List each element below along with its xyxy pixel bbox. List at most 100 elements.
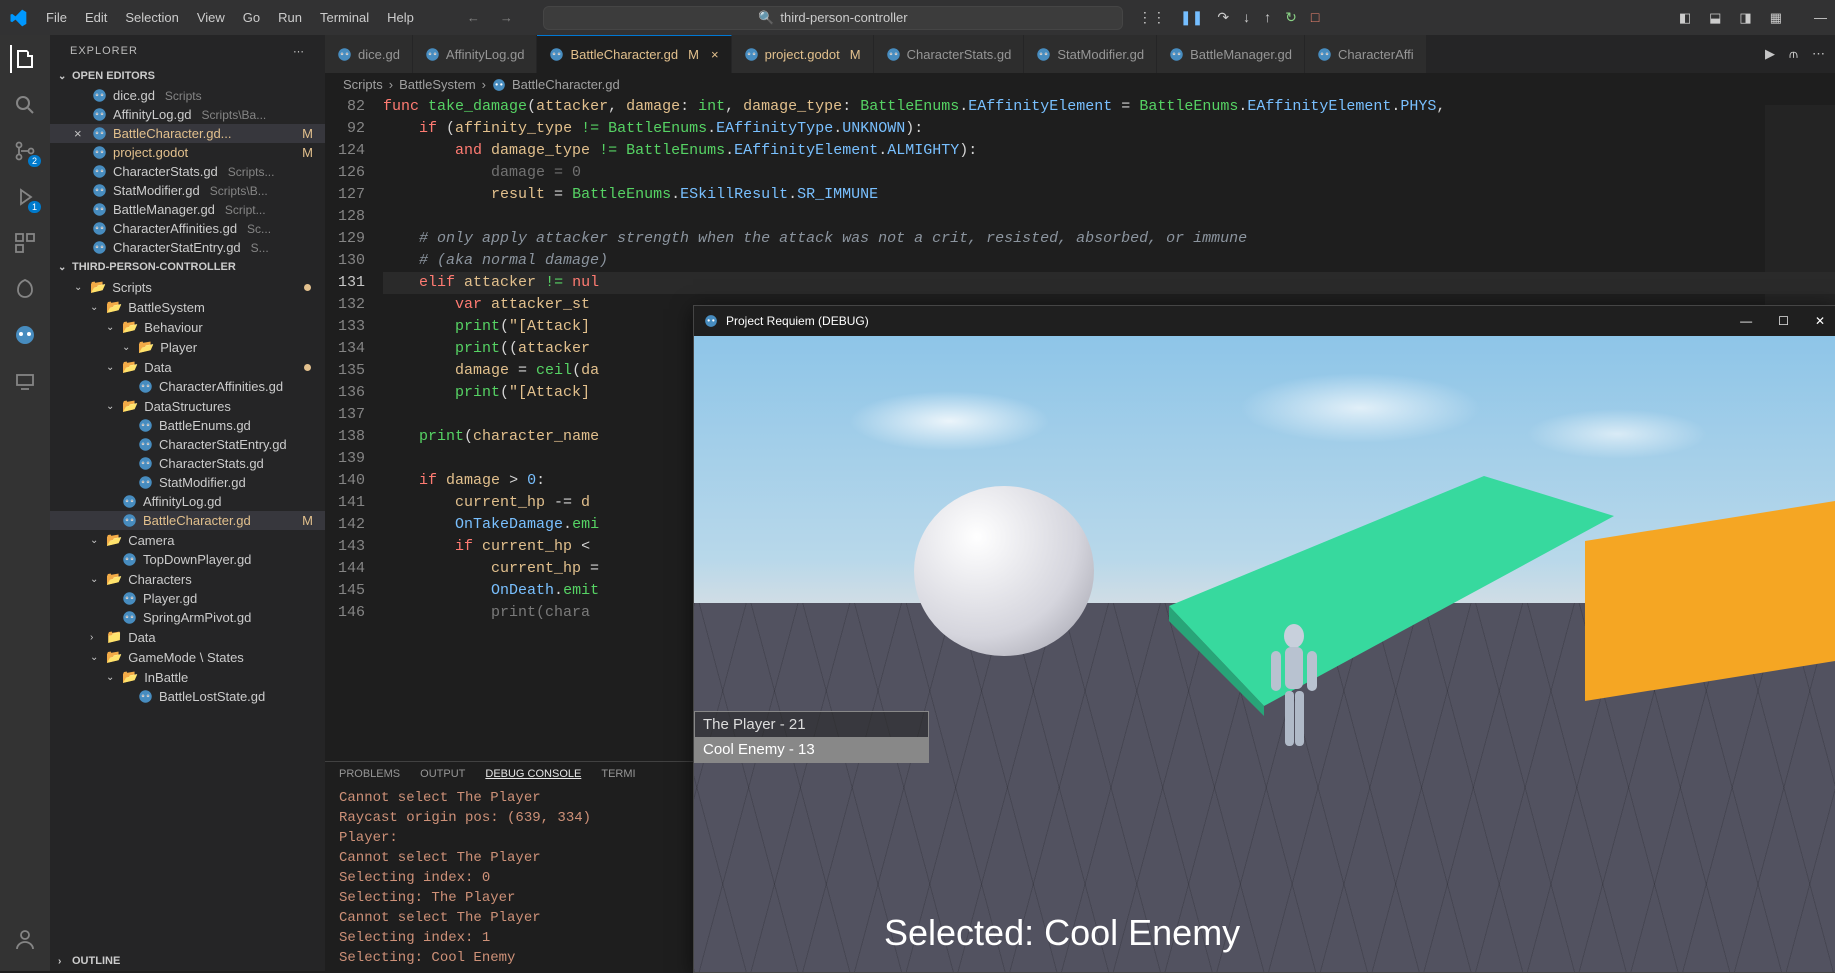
tree-folder[interactable]: ⌄📂Camera — [50, 530, 325, 550]
tree-file[interactable]: BattleEnums.gd — [50, 416, 325, 435]
editor-tab[interactable]: project.godotM — [732, 35, 874, 73]
step-over-icon[interactable]: ↷ — [1217, 9, 1229, 26]
activity-leaf[interactable] — [11, 275, 39, 303]
open-editor-item[interactable]: CharacterStatEntry.gdS... — [50, 238, 325, 257]
tree-file[interactable]: SpringArmPivot.gd — [50, 608, 325, 627]
step-out-icon[interactable]: ↑ — [1264, 9, 1271, 26]
activity-remote[interactable] — [11, 367, 39, 395]
open-editor-item[interactable]: StatModifier.gdScripts\B... — [50, 181, 325, 200]
tree-file[interactable]: CharacterStats.gd — [50, 454, 325, 473]
editor-tab[interactable]: StatModifier.gd — [1024, 35, 1157, 73]
command-center-search[interactable]: 🔍 third-person-controller — [543, 6, 1123, 30]
game-viewport[interactable]: The Player - 21 Cool Enemy - 13 Selected… — [694, 336, 1835, 972]
editor-tab[interactable]: CharacterStats.gd — [874, 35, 1025, 73]
menu-edit[interactable]: Edit — [77, 6, 115, 29]
split-icon[interactable]: ⫙ — [1789, 46, 1798, 62]
pause-icon[interactable]: ❚❚ — [1180, 9, 1203, 26]
minimize-icon[interactable]: — — [1814, 10, 1827, 25]
open-editor-item[interactable]: AffinityLog.gdScripts\Ba... — [50, 105, 325, 124]
editor-tab[interactable]: CharacterAffi — [1305, 35, 1427, 73]
panel-tab[interactable]: TERMI — [601, 768, 635, 780]
menu-view[interactable]: View — [189, 6, 233, 29]
target-row-player[interactable]: The Player - 21 — [695, 712, 928, 737]
drag-icon[interactable]: ⋮⋮ — [1138, 9, 1166, 26]
player-character — [1259, 621, 1329, 781]
sidebar-header: EXPLORER ⋯ — [50, 35, 325, 66]
panel-left-icon[interactable]: ◧ — [1679, 10, 1691, 26]
tree-folder[interactable]: ⌄📂InBattle — [50, 667, 325, 687]
activity-account[interactable] — [11, 925, 39, 953]
tree-folder[interactable]: ⌄📂Player — [50, 337, 325, 357]
editor-tab[interactable]: dice.gd — [325, 35, 413, 73]
tree-folder[interactable]: ⌄📂Characters — [50, 569, 325, 589]
stop-icon[interactable]: □ — [1311, 9, 1319, 26]
activity-debug[interactable]: 1 — [11, 183, 39, 211]
tree-file[interactable]: Player.gd — [50, 589, 325, 608]
tree-folder[interactable]: ⌄📂Scripts — [50, 277, 325, 297]
tree-file[interactable]: TopDownPlayer.gd — [50, 550, 325, 569]
activity-source-control[interactable]: 2 — [11, 137, 39, 165]
tab-more-icon[interactable]: ⋯ — [1812, 46, 1825, 62]
panel-bottom-icon[interactable]: ⬓ — [1709, 10, 1721, 26]
run-icon[interactable]: ▶ — [1765, 46, 1775, 62]
menu-file[interactable]: File — [38, 6, 75, 29]
nav-forward-icon[interactable]: → — [500, 10, 513, 25]
tree-folder[interactable]: ⌄📂GameMode \ States — [50, 647, 325, 667]
open-editor-item[interactable]: CharacterStats.gdScripts... — [50, 162, 325, 181]
game-maximize-icon[interactable]: ☐ — [1778, 314, 1789, 328]
game-close-icon[interactable]: ✕ — [1815, 314, 1825, 328]
tree-file[interactable]: BattleCharacter.gdM — [50, 511, 325, 530]
tree-file[interactable]: StatModifier.gd — [50, 473, 325, 492]
open-editor-item[interactable]: dice.gdScripts — [50, 86, 325, 105]
menu-run[interactable]: Run — [270, 6, 310, 29]
tree-file[interactable]: BattleLostState.gd — [50, 687, 325, 706]
breadcrumb[interactable]: Scripts › BattleSystem › BattleCharacter… — [325, 73, 1835, 96]
menu-selection[interactable]: Selection — [117, 6, 186, 29]
editor-tabs: dice.gdAffinityLog.gdBattleCharacter.gdM… — [325, 35, 1835, 73]
more-icon[interactable]: ⋯ — [293, 45, 305, 58]
target-list[interactable]: The Player - 21 Cool Enemy - 13 — [694, 711, 929, 763]
open-editor-item[interactable]: project.godotM — [50, 143, 325, 162]
tree-file[interactable]: CharacterStatEntry.gd — [50, 435, 325, 454]
nav-arrows: ← → — [467, 10, 513, 25]
tree-file[interactable]: CharacterAffinities.gd — [50, 377, 325, 396]
game-window-title: Project Requiem (DEBUG) — [726, 314, 869, 328]
open-editors-section[interactable]: ⌄OPEN EDITORS — [50, 66, 325, 86]
menu-help[interactable]: Help — [379, 6, 422, 29]
panel-tab[interactable]: DEBUG CONSOLE — [485, 768, 581, 780]
panel-tab[interactable]: PROBLEMS — [339, 768, 400, 780]
project-section[interactable]: ⌄THIRD-PERSON-CONTROLLER — [50, 257, 325, 277]
tree-folder[interactable]: ⌄📂Data — [50, 357, 325, 377]
game-minimize-icon[interactable]: — — [1740, 314, 1752, 328]
target-row-enemy[interactable]: Cool Enemy - 13 — [695, 737, 928, 762]
tree-folder[interactable]: ›📁Data — [50, 627, 325, 647]
layout-grid-icon[interactable]: ▦ — [1770, 10, 1782, 26]
panel-tab[interactable]: OUTPUT — [420, 768, 465, 780]
tree-folder[interactable]: ⌄📂Behaviour — [50, 317, 325, 337]
explorer-title: EXPLORER — [70, 45, 138, 58]
titlebar: File Edit Selection View Go Run Terminal… — [0, 0, 1835, 35]
game-titlebar[interactable]: Project Requiem (DEBUG) — ☐ ✕ — [694, 306, 1835, 336]
open-editor-item[interactable]: BattleManager.gdScript... — [50, 200, 325, 219]
step-into-icon[interactable]: ↓ — [1243, 9, 1250, 26]
menu-terminal[interactable]: Terminal — [312, 6, 377, 29]
nav-back-icon[interactable]: ← — [467, 10, 480, 25]
editor-tab[interactable]: BattleManager.gd — [1157, 35, 1305, 73]
open-editor-item[interactable]: ×BattleCharacter.gd...M — [50, 124, 325, 143]
panel-right-icon[interactable]: ◨ — [1739, 10, 1751, 26]
editor-tab[interactable]: AffinityLog.gd — [413, 35, 538, 73]
editor-tab[interactable]: BattleCharacter.gdM× — [537, 35, 731, 73]
game-debug-window[interactable]: Project Requiem (DEBUG) — ☐ ✕ The Player… — [693, 305, 1835, 973]
activity-godot[interactable] — [11, 321, 39, 349]
tree-folder[interactable]: ⌄📂BattleSystem — [50, 297, 325, 317]
open-editor-item[interactable]: CharacterAffinities.gdSc... — [50, 219, 325, 238]
tree-file[interactable]: AffinityLog.gd — [50, 492, 325, 511]
restart-icon[interactable]: ↻ — [1285, 9, 1297, 26]
tree-folder[interactable]: ⌄📂DataStructures — [50, 396, 325, 416]
activity-extensions[interactable] — [11, 229, 39, 257]
outline-section[interactable]: ›OUTLINE — [50, 951, 325, 971]
activity-search[interactable] — [11, 91, 39, 119]
sidebar: EXPLORER ⋯ ⌄OPEN EDITORS dice.gdScriptsA… — [50, 35, 325, 971]
menu-go[interactable]: Go — [235, 6, 268, 29]
activity-explorer[interactable] — [10, 45, 38, 73]
